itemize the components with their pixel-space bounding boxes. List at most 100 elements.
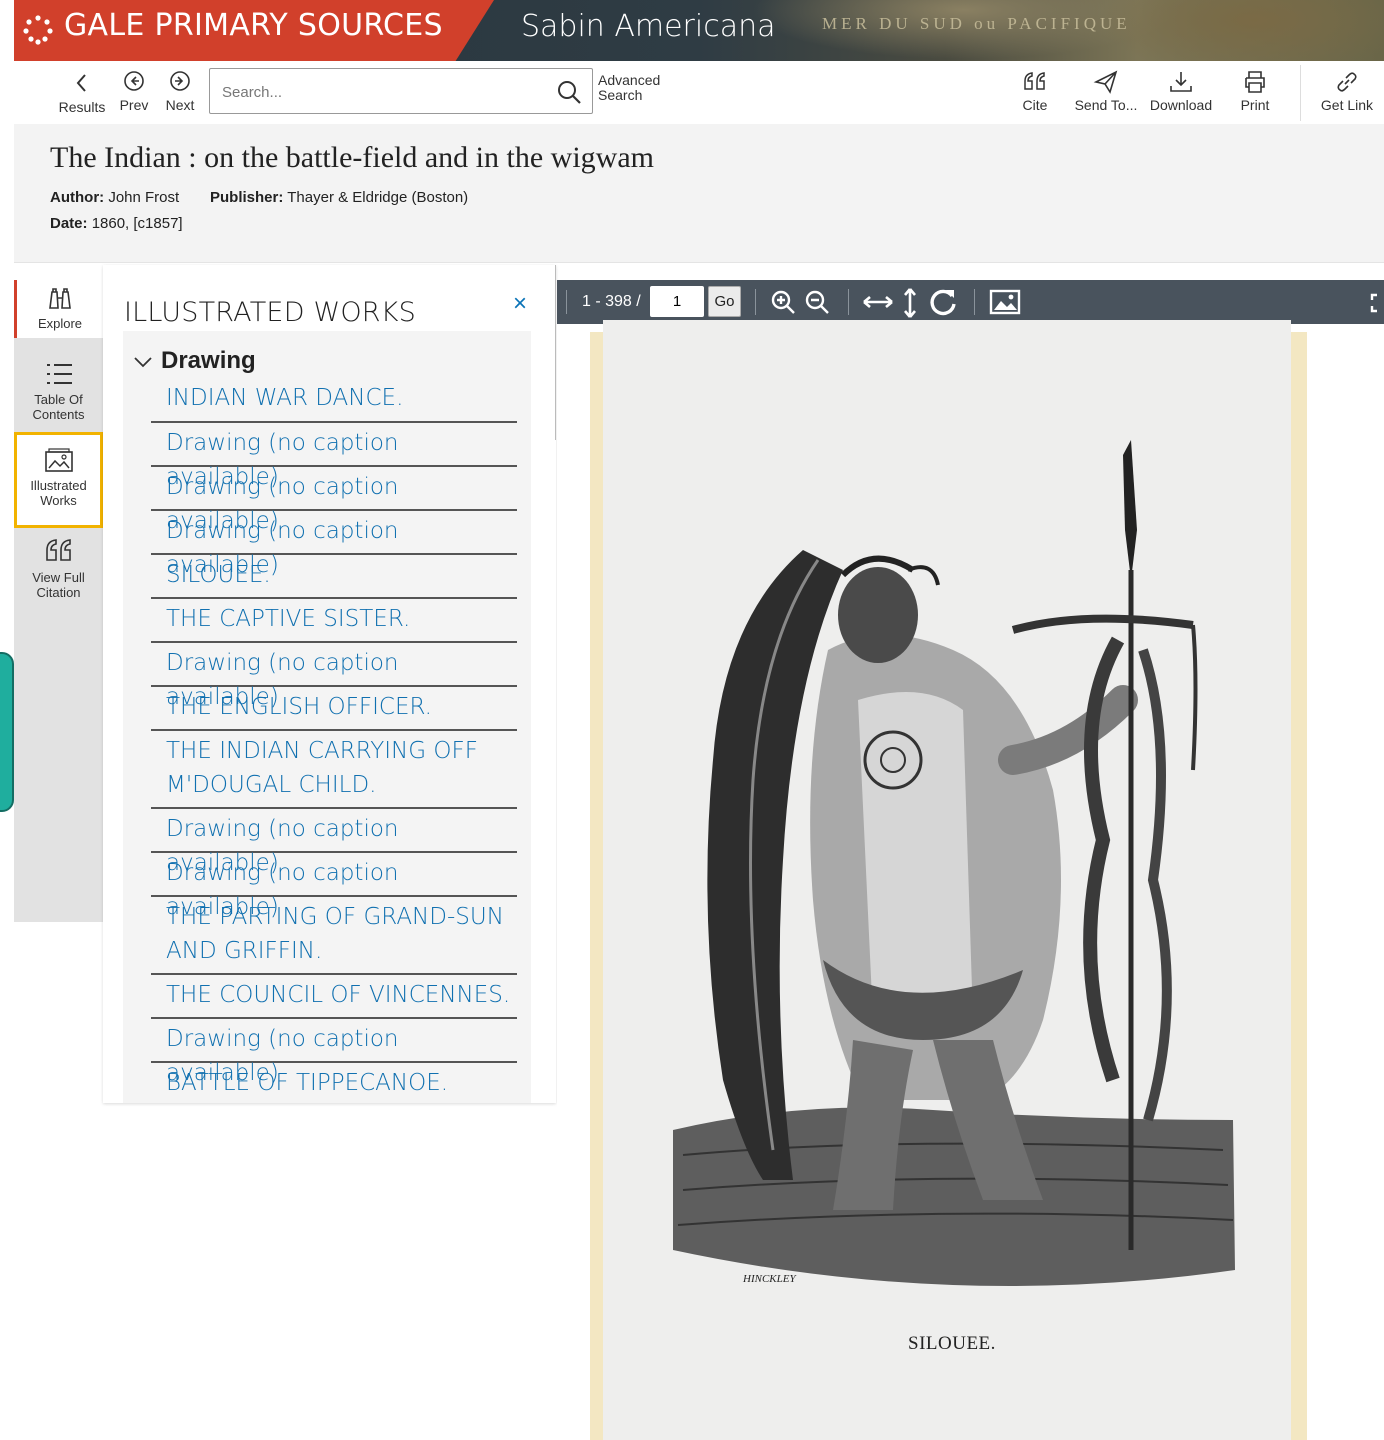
work-item[interactable]: Drawing (no caption available) bbox=[151, 511, 517, 578]
work-item-label: THE PARTING OF GRAND-SUN bbox=[166, 904, 504, 930]
download-icon bbox=[1170, 72, 1192, 92]
panel-scrollbar[interactable] bbox=[555, 265, 556, 440]
work-item[interactable]: THE ENGLISH OFFICER. bbox=[151, 687, 517, 731]
document-header: The Indian : on the battle-field and in … bbox=[14, 124, 1384, 263]
cite-label: Cite bbox=[1022, 97, 1048, 113]
viewer-toolbar: 1 - 398 / Go bbox=[557, 280, 1384, 324]
cite-button[interactable]: Cite bbox=[1017, 69, 1053, 113]
get-link-label: Get Link bbox=[1320, 97, 1374, 113]
work-item[interactable]: Drawing (no caption available) bbox=[151, 467, 517, 534]
engraver-signature: HINCKLEY bbox=[742, 1273, 797, 1285]
page-caption: SILOUEE. bbox=[908, 1333, 996, 1354]
work-item[interactable]: Drawing (no caption available) bbox=[151, 809, 517, 876]
group-toggle-drawing[interactable]: Drawing bbox=[133, 347, 256, 375]
arrow-left-circle-icon bbox=[124, 71, 144, 91]
viewer-divider bbox=[755, 289, 756, 315]
illustrated-works-panel: ILLUSTRATED WORKS × Drawing INDIAN WAR D… bbox=[103, 265, 556, 1103]
rail-explore-label: Explore bbox=[37, 316, 83, 331]
work-item-label: INDIAN WAR DANCE. bbox=[166, 385, 404, 411]
product-name[interactable]: Sabin Americana bbox=[521, 9, 776, 44]
toolbar: Results Prev Next Advanced Search Cite S… bbox=[14, 61, 1384, 125]
print-button[interactable]: Print bbox=[1236, 69, 1274, 113]
rotate-icon[interactable] bbox=[927, 286, 959, 318]
work-item[interactable]: Drawing (no caption available) bbox=[151, 1019, 517, 1086]
page-number-input[interactable] bbox=[650, 286, 704, 317]
advanced-search-line2: Search bbox=[598, 87, 643, 103]
work-item-label: M'DOUGAL CHILD. bbox=[166, 772, 377, 798]
arrow-right-circle-icon bbox=[170, 71, 190, 91]
results-label: Results bbox=[58, 99, 106, 115]
page-range: 1 - 398 / bbox=[582, 293, 641, 310]
rail-view-full-citation[interactable]: View Full Citation bbox=[14, 536, 103, 600]
rail-illustrated-line2: Works bbox=[40, 493, 77, 508]
work-item[interactable]: SILOUEE. bbox=[151, 555, 517, 599]
download-button[interactable]: Download bbox=[1147, 69, 1215, 113]
page-scan[interactable]: HINCKLEY bbox=[603, 320, 1291, 1440]
chevron-down-icon bbox=[134, 357, 152, 367]
chevron-left-icon bbox=[76, 74, 86, 92]
results-button[interactable]: Results bbox=[58, 69, 106, 115]
group-label: Drawing bbox=[161, 347, 256, 374]
rail-citation-line2: Citation bbox=[36, 585, 81, 600]
author-line: Author: John Frost bbox=[50, 189, 179, 206]
prev-button[interactable]: Prev bbox=[117, 69, 151, 113]
engraving-illustration: HINCKLEY bbox=[673, 440, 1235, 1286]
rail-toc-line1: Table Of bbox=[34, 392, 83, 407]
paper-plane-icon bbox=[1093, 70, 1118, 94]
advanced-search-link[interactable]: Advanced Search bbox=[598, 73, 660, 103]
publisher-line: Publisher: Thayer & Eldridge (Boston) bbox=[210, 189, 468, 206]
binoculars-icon bbox=[49, 288, 71, 309]
work-item[interactable]: INDIAN WAR DANCE. bbox=[151, 383, 517, 423]
side-feedback-tab[interactable] bbox=[0, 652, 14, 812]
illustrated-works-list: Drawing INDIAN WAR DANCE. Drawing (no ca… bbox=[123, 331, 531, 1103]
publisher-value: Thayer & Eldridge (Boston) bbox=[287, 189, 469, 206]
work-item-label: THE COUNCIL OF VINCENNES. bbox=[166, 982, 511, 1008]
publisher-label: Publisher: bbox=[210, 189, 284, 206]
fullscreen-icon[interactable] bbox=[1369, 292, 1383, 314]
date-line: Date: 1860, [c1857] bbox=[50, 215, 183, 232]
zoom-in-icon[interactable] bbox=[769, 288, 797, 316]
close-icon[interactable]: × bbox=[513, 290, 527, 318]
viewer-divider bbox=[566, 290, 567, 314]
work-item[interactable]: THE PARTING OF GRAND-SUN AND GRIFFIN. bbox=[151, 897, 517, 975]
zoom-out-icon[interactable] bbox=[803, 288, 831, 316]
rail-citation-line1: View Full bbox=[32, 570, 85, 585]
download-label: Download bbox=[1149, 97, 1213, 113]
work-item[interactable]: Drawing (no caption available) bbox=[151, 423, 517, 490]
banner-map-text: MER DU SUD ou PACIFIQUE bbox=[822, 14, 1131, 33]
site-banner: MER DU SUD ou PACIFIQUE GALE PRIMARY SOU… bbox=[14, 0, 1384, 61]
image-icon[interactable] bbox=[989, 288, 1021, 316]
work-item-label: THE INDIAN CARRYING OFF bbox=[166, 738, 478, 764]
rail-illustrated-works[interactable]: Illustrated Works bbox=[14, 432, 103, 528]
print-label: Print bbox=[1240, 97, 1270, 113]
fit-height-icon[interactable] bbox=[900, 286, 920, 320]
list-icon bbox=[46, 364, 72, 384]
author-value[interactable]: John Frost bbox=[108, 189, 179, 206]
go-button[interactable]: Go bbox=[708, 286, 741, 317]
work-item[interactable]: THE CAPTIVE SISTER. bbox=[151, 599, 517, 643]
quote-icon bbox=[1024, 72, 1045, 90]
document-title: The Indian : on the battle-field and in … bbox=[50, 141, 654, 174]
gale-logo-icon[interactable] bbox=[20, 12, 56, 48]
rail-explore[interactable]: Explore bbox=[14, 280, 103, 338]
work-item-label: BATTLE OF TIPPECANOE. bbox=[166, 1070, 449, 1096]
advanced-search-line1: Advanced bbox=[598, 72, 661, 88]
brand-name[interactable]: GALE PRIMARY SOURCES bbox=[64, 8, 443, 43]
rail-table-of-contents[interactable]: Table Of Contents bbox=[14, 360, 103, 422]
get-link-button[interactable]: Get Link bbox=[1318, 69, 1376, 113]
next-button[interactable]: Next bbox=[163, 69, 197, 113]
fit-width-icon[interactable] bbox=[861, 288, 895, 316]
prev-label: Prev bbox=[119, 97, 149, 113]
date-value: 1860, [c1857] bbox=[91, 215, 183, 232]
work-item[interactable]: Drawing (no caption available) bbox=[151, 643, 517, 710]
send-to-button[interactable]: Send To... bbox=[1073, 69, 1139, 113]
work-item[interactable]: Drawing (no caption available) bbox=[151, 853, 517, 920]
image-gallery-icon bbox=[44, 448, 73, 472]
work-item[interactable]: THE COUNCIL OF VINCENNES. bbox=[151, 975, 517, 1019]
search-input[interactable] bbox=[220, 77, 544, 107]
search-icon[interactable] bbox=[556, 79, 582, 105]
date-label: Date: bbox=[50, 215, 88, 232]
work-item[interactable]: BATTLE OF TIPPECANOE. bbox=[151, 1063, 517, 1103]
work-item[interactable]: THE INDIAN CARRYING OFF M'DOUGAL CHILD. bbox=[151, 731, 517, 809]
work-item-label: AND GRIFFIN. bbox=[166, 938, 323, 964]
